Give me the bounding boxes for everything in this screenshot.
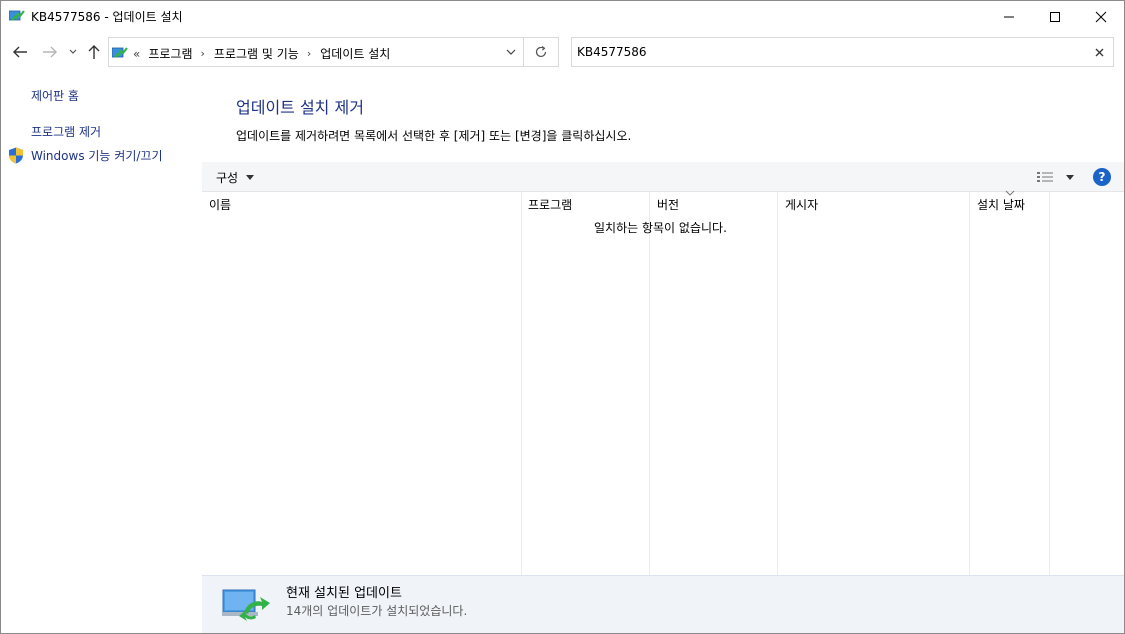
column-header-program[interactable]: 프로그램 xyxy=(528,196,572,213)
column-divider[interactable] xyxy=(777,192,778,575)
column-divider[interactable] xyxy=(969,192,970,575)
column-header-publisher[interactable]: 게시자 xyxy=(785,196,818,213)
updates-location-icon xyxy=(112,47,128,58)
column-divider[interactable] xyxy=(521,192,522,575)
breadcrumb: « 프로그램 › 프로그램 및 기능 › 업데이트 설치 xyxy=(133,45,390,62)
search-input[interactable] xyxy=(572,38,1082,66)
details-title: 현재 설치된 업데이트 xyxy=(286,586,402,601)
column-divider[interactable] xyxy=(1049,192,1050,575)
refresh-icon xyxy=(535,46,547,58)
arrow-up-icon xyxy=(88,45,100,59)
forward-button[interactable] xyxy=(41,43,59,61)
caret-down-icon xyxy=(246,175,255,180)
uninstall-program-link[interactable]: 프로그램 제거 xyxy=(31,123,101,140)
column-header-version[interactable]: 버전 xyxy=(657,196,679,213)
close-icon xyxy=(1095,11,1107,22)
command-bar: 구성 ? xyxy=(202,162,1124,192)
details-pane: 현재 설치된 업데이트 14개의 업데이트가 설치되었습니다. xyxy=(202,575,1124,633)
details-view-icon xyxy=(1037,172,1053,182)
window-title: KB4577586 - 업데이트 설치 xyxy=(31,10,183,24)
column-divider[interactable] xyxy=(649,192,650,575)
window: KB4577586 - 업데이트 설치 « 프로그램 › 프로그램 및 기능 ›… xyxy=(0,0,1125,634)
organize-button[interactable]: 구성 xyxy=(216,169,255,186)
page-title: 업데이트 설치 제거 xyxy=(236,98,364,117)
close-icon xyxy=(1095,48,1103,56)
search-box[interactable] xyxy=(571,37,1114,67)
search-clear-button[interactable] xyxy=(1093,46,1105,58)
breadcrumb-programs-and-features[interactable]: 프로그램 및 기능 xyxy=(214,45,299,62)
updates-app-icon xyxy=(9,10,25,21)
organize-label: 구성 xyxy=(216,171,239,185)
column-header-installed-on[interactable]: 설치 날짜 xyxy=(977,196,1025,213)
refresh-button[interactable] xyxy=(524,37,559,67)
close-button[interactable] xyxy=(1078,1,1124,32)
help-button[interactable]: ? xyxy=(1093,168,1111,186)
control-panel-home-link[interactable]: 제어판 홈 xyxy=(31,87,79,104)
shield-icon xyxy=(9,147,23,164)
details-subtitle: 14개의 업데이트가 설치되었습니다. xyxy=(286,604,468,618)
caret-down-icon xyxy=(1066,174,1074,180)
maximize-icon xyxy=(1050,11,1060,22)
windows-features-link[interactable]: Windows 기능 켜기/끄기 xyxy=(31,147,162,164)
minimize-button[interactable] xyxy=(986,1,1032,32)
change-view-button[interactable] xyxy=(1036,168,1076,186)
chevron-down-icon xyxy=(69,49,77,54)
breadcrumb-overflow[interactable]: « xyxy=(133,47,140,61)
arrow-right-icon xyxy=(43,46,57,58)
address-dropdown-button[interactable] xyxy=(501,43,521,61)
breadcrumb-separator[interactable]: › xyxy=(201,47,205,60)
title-bar[interactable]: KB4577586 - 업데이트 설치 xyxy=(1,1,1124,32)
updates-icon xyxy=(222,589,270,621)
breadcrumb-installed-updates[interactable]: 업데이트 설치 xyxy=(320,45,390,62)
back-button[interactable] xyxy=(11,43,29,61)
empty-list-message: 일치하는 항목이 없습니다. xyxy=(594,221,727,235)
arrow-left-icon xyxy=(13,46,27,58)
minimize-icon xyxy=(1004,16,1014,17)
page-description: 업데이트를 제거하려면 목록에서 선택한 후 [제거] 또는 [변경]을 클릭하… xyxy=(236,129,632,143)
address-bar[interactable]: « 프로그램 › 프로그램 및 기능 › 업데이트 설치 xyxy=(108,37,524,67)
updates-list[interactable]: 이름 프로그램 버전 게시자 설치 날짜 일치하는 항목이 없습니다. xyxy=(202,190,1124,575)
column-header-name[interactable]: 이름 xyxy=(209,196,231,213)
breadcrumb-programs[interactable]: 프로그램 xyxy=(148,45,192,62)
recent-locations-button[interactable] xyxy=(66,43,80,61)
breadcrumb-separator[interactable]: › xyxy=(307,47,311,60)
chevron-down-icon xyxy=(506,49,516,55)
maximize-button[interactable] xyxy=(1032,1,1078,32)
up-button[interactable] xyxy=(85,43,103,61)
sort-descending-icon xyxy=(1005,190,1015,196)
